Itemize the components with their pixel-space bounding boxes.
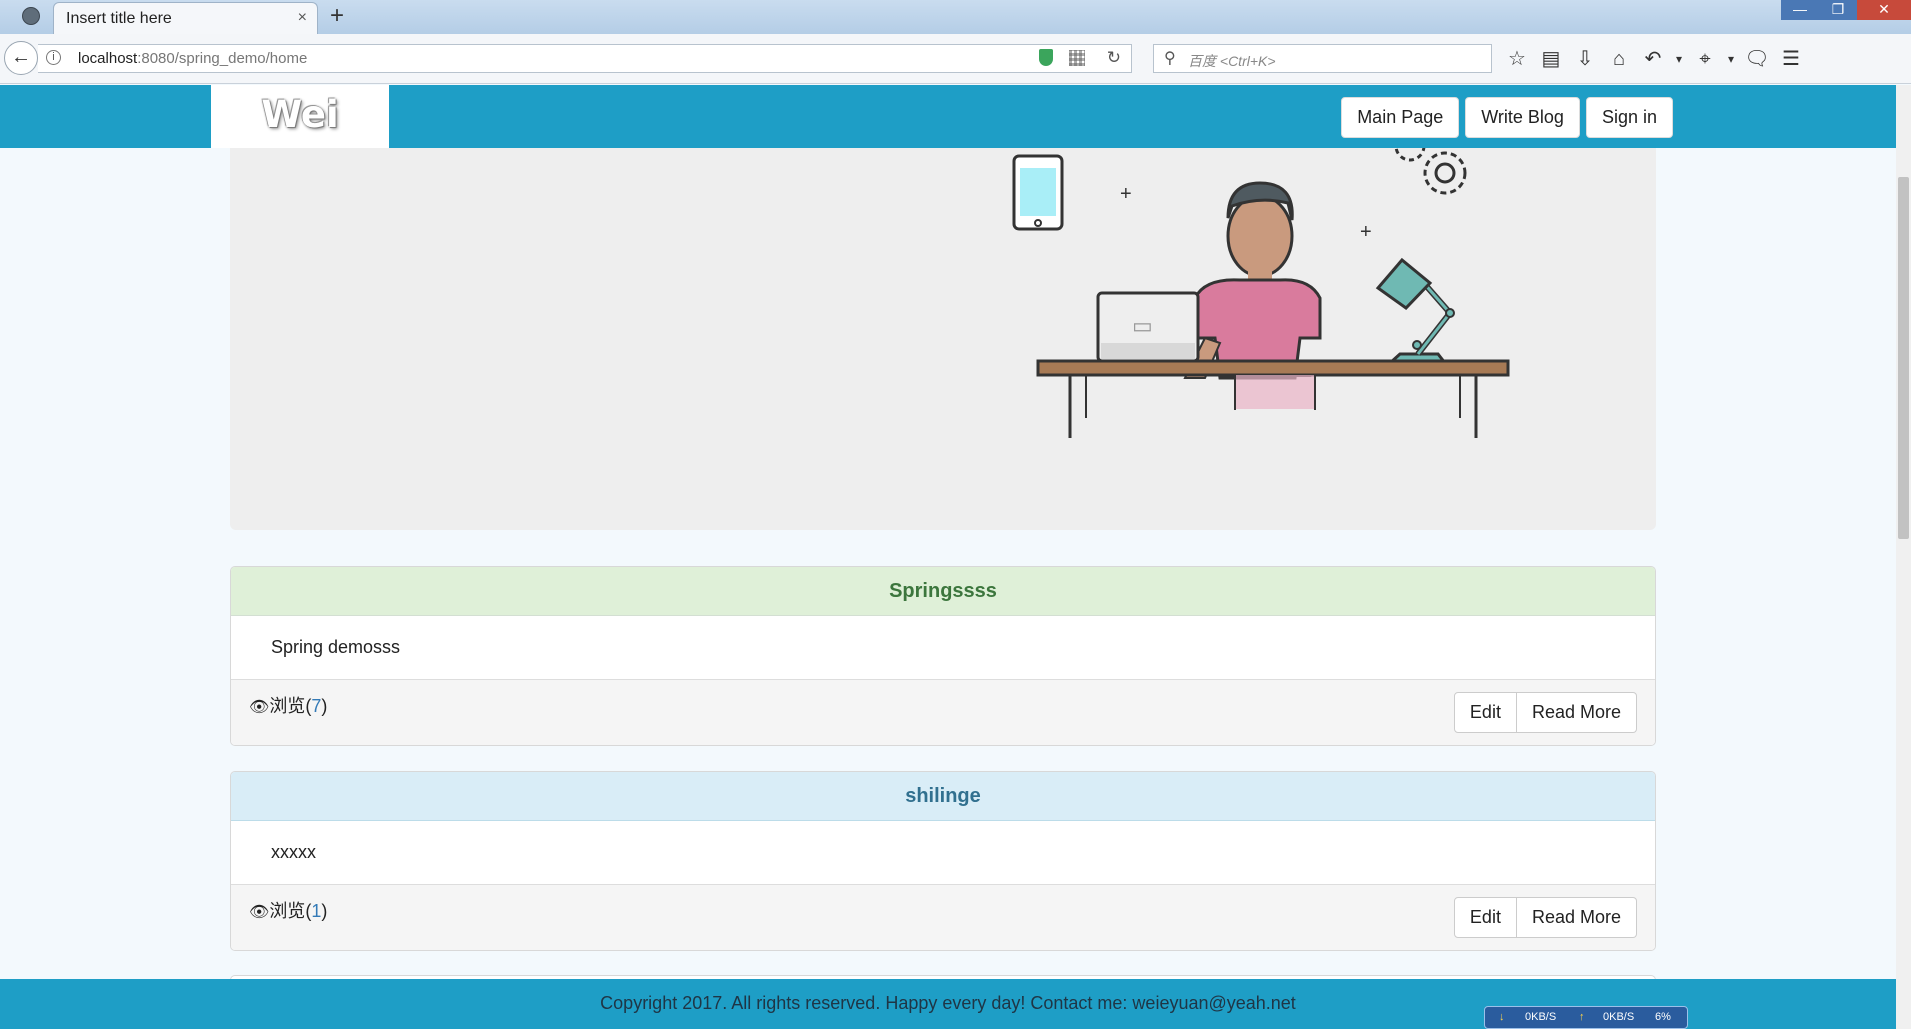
tab-close-icon[interactable]: × [298,9,307,27]
browser-tab-strip: Insert title here × + — ❐ ✕ [0,0,1911,34]
blog-post-card: Springssss Spring demosss 👁浏览(7) Edit Re… [230,566,1656,746]
scrollbar-thumb[interactable] [1898,177,1909,539]
view-count: 👁浏览(7) [249,696,328,716]
download-icon[interactable]: ⇩ [1568,43,1602,75]
url-text: localhost:8080/spring_demo/home [78,50,307,67]
bookmark-star-icon[interactable]: ☆ [1500,43,1534,75]
eye-icon: 👁 [249,699,270,716]
home-icon[interactable]: ⌂ [1602,43,1636,75]
blog-post-card: shilinge xxxxx 👁浏览(1) Edit Read More [230,771,1656,951]
search-box[interactable]: ⚲ 百度 <Ctrl+K> [1153,44,1492,73]
browser-navbar: ← i localhost:8080/spring_demo/home ↻ ⚲ … [0,34,1911,84]
svg-text:+: + [1120,183,1132,205]
post-summary: Spring demosss [231,616,1655,680]
menu-icon[interactable]: ☰ [1774,43,1808,75]
read-more-button[interactable]: Read More [1516,897,1637,938]
cpu-usage: 6% [1655,1011,1671,1023]
chat-icon[interactable]: 🗨 [1740,43,1774,75]
svg-text:▭: ▭ [1132,313,1153,338]
view-count: 👁浏览(1) [249,901,328,921]
upload-speed: 0KB/S [1603,1011,1635,1023]
post-summary: xxxxx [231,821,1655,885]
views-number: 7 [311,696,322,716]
views-number: 1 [311,901,322,921]
hero-banner: + + ▭ [230,148,1656,530]
main-page-button[interactable]: Main Page [1341,97,1460,138]
tab-title: Insert title here [66,10,172,27]
site-nav: Main Page Write Blog Sign in [1341,97,1673,138]
eye-icon: 👁 [249,904,270,921]
shield-icon[interactable] [1039,49,1053,66]
svg-text:+: + [1360,221,1372,243]
search-placeholder: 百度 <Ctrl+K> [1188,53,1276,69]
post-actions: Edit Read More [1453,692,1637,733]
url-host: localhost [78,50,138,67]
qr-code-icon[interactable] [1069,50,1085,66]
network-monitor[interactable]: ↓ 0KB/S ↑ 0KB/S 6% [1484,1006,1688,1029]
post-title[interactable]: Springssss [231,567,1655,616]
download-arrow-icon: ↓ [1499,1011,1505,1023]
undo-icon[interactable]: ↶ [1636,43,1670,75]
read-more-button[interactable]: Read More [1516,692,1637,733]
close-window-button[interactable]: ✕ [1857,0,1911,20]
views-label: 浏览 [269,696,306,716]
new-tab-button[interactable]: + [330,2,344,30]
post-footer: 👁浏览(7) Edit Read More [231,680,1655,745]
info-icon[interactable]: i [46,50,61,65]
download-speed: 0KB/S [1525,1011,1557,1023]
upload-arrow-icon: ↑ [1579,1011,1585,1023]
url-path: :8080/spring_demo/home [137,50,308,67]
address-bar[interactable]: i localhost:8080/spring_demo/home ↻ [38,44,1132,73]
dropdown-icon[interactable]: ▾ [1722,43,1740,75]
write-blog-button[interactable]: Write Blog [1465,97,1580,138]
post-title[interactable]: shilinge [231,772,1655,821]
post-footer: 👁浏览(1) Edit Read More [231,885,1655,950]
edit-button[interactable]: Edit [1453,692,1517,733]
maximize-button[interactable]: ❐ [1819,0,1857,20]
reload-icon[interactable]: ↻ [1107,48,1121,68]
reading-list-icon[interactable]: ▤ [1534,43,1568,75]
browser-tab[interactable]: Insert title here × [53,2,318,34]
window-controls: — ❐ ✕ [1781,0,1911,22]
search-icon: ⚲ [1164,50,1176,67]
site-logo[interactable]: Wei Blog [211,85,389,196]
crop-screenshot-icon[interactable]: ⌖ [1688,43,1722,75]
views-label: 浏览 [269,901,306,921]
globe-icon[interactable] [22,7,40,25]
sign-in-button[interactable]: Sign in [1585,97,1673,138]
developer-desk-illustration: + + ▭ [1012,148,1510,438]
minimize-button[interactable]: — [1781,0,1819,20]
toolbar-icons: ☆ ▤ ⇩ ⌂ ↶ ▾ ⌖ ▾ 🗨 ☰ [1500,43,1808,75]
post-actions: Edit Read More [1453,897,1637,938]
site-header: Wei Blog Main Page Write Blog Sign in [0,85,1896,196]
page-scrollbar[interactable] [1896,85,1911,1029]
dropdown-icon[interactable]: ▾ [1670,43,1688,75]
back-button[interactable]: ← [4,41,38,75]
edit-button[interactable]: Edit [1453,897,1517,938]
